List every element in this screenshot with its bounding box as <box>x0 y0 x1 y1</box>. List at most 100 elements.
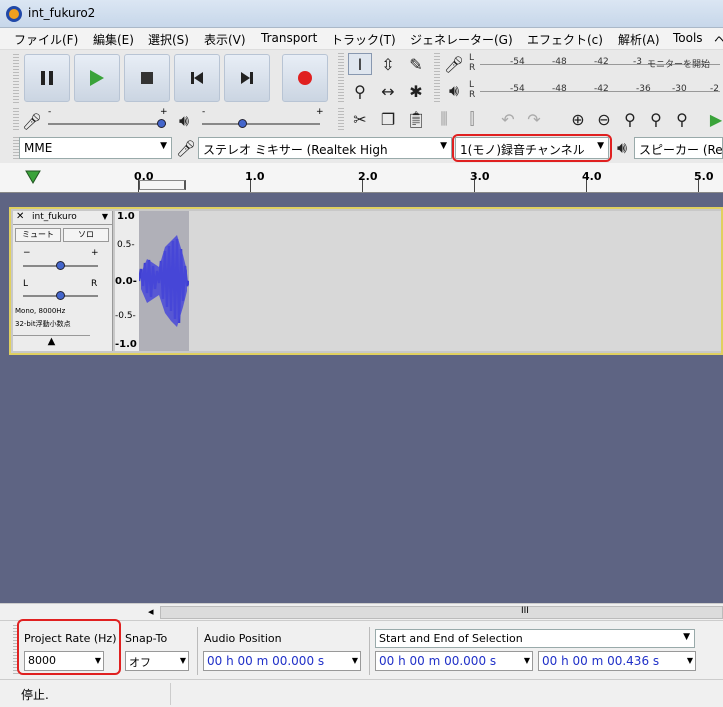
fit-project-button[interactable]: ⚲ <box>644 108 668 130</box>
menu-file[interactable]: ファイル(F) <box>14 31 78 48</box>
audio-host-value: MME <box>24 141 53 155</box>
play-button[interactable] <box>74 54 120 102</box>
speaker-icon: 🔊︎ <box>616 138 628 157</box>
record-button[interactable] <box>282 54 328 102</box>
toolbar-grip[interactable] <box>338 53 344 103</box>
menu-view[interactable]: 表示(V) <box>204 31 246 48</box>
meter-r-label: R <box>469 63 476 73</box>
waveform-empty-region[interactable] <box>189 211 721 351</box>
scroll-left-arrow[interactable]: ◂ <box>148 605 154 618</box>
track-close-button[interactable]: ✕ <box>16 211 24 222</box>
menu-tools[interactable]: Tools <box>673 31 703 45</box>
recording-device-select[interactable]: ステレオ ミキサー (Realtek High ▼ <box>198 137 452 159</box>
envelope-tool-button[interactable]: ⇳ <box>376 53 400 75</box>
skip-to-start-button[interactable] <box>174 54 220 102</box>
play-at-speed-button[interactable]: ▶ <box>704 108 723 130</box>
audio-track[interactable]: ✕ int_fukuro ▼ ミュート ソロ − + L R Mono, 800… <box>9 207 723 355</box>
scale-1: 1.0 <box>117 211 135 222</box>
toolbar-grip[interactable] <box>13 54 19 104</box>
menu-select[interactable]: 選択(S) <box>148 31 189 48</box>
toolbar-grip[interactable] <box>338 108 344 132</box>
redo-button[interactable]: ↷ <box>522 108 546 130</box>
fit-project-icon: ⚲ <box>650 109 662 129</box>
record-scale-3: -3 <box>633 57 642 67</box>
paste-button[interactable]: 📋︎ <box>404 108 428 130</box>
track-area[interactable]: ✕ int_fukuro ▼ ミュート ソロ − + L R Mono, 800… <box>0 193 723 603</box>
track-format-info: Mono, 8000Hz <box>15 307 66 315</box>
chevron-down-icon: ▼ <box>683 632 690 642</box>
undo-button[interactable]: ↶ <box>496 108 520 130</box>
toolbar-grip[interactable] <box>434 53 440 103</box>
pause-button[interactable] <box>24 54 70 102</box>
start-monitoring-label[interactable]: モニターを開始 <box>647 57 710 70</box>
gain-knob[interactable] <box>56 261 65 270</box>
toolbar-grip[interactable] <box>13 108 19 132</box>
mute-button[interactable]: ミュート <box>15 228 61 242</box>
vertical-scale[interactable]: 1.0 0.5- 0.0- -0.5- -1.0 <box>115 211 139 351</box>
waveform <box>137 235 191 327</box>
scale-neg1: -1.0 <box>115 339 137 350</box>
menu-edit[interactable]: 編集(E) <box>93 31 134 48</box>
audio-position-field[interactable]: 00 h 00 m 00.000 s ▼ <box>203 651 361 671</box>
play-scale-30: -30 <box>672 84 687 94</box>
skip-start-icon <box>191 72 203 84</box>
cut-button[interactable]: ✂ <box>348 108 372 130</box>
menu-help[interactable]: ヘ <box>714 31 723 48</box>
audio-host-select[interactable]: MME ▼ <box>19 137 172 159</box>
trim-button[interactable]: ⫼ <box>432 108 456 130</box>
solo-button[interactable]: ソロ <box>63 228 109 242</box>
chevron-down-icon[interactable]: ▼ <box>102 212 108 221</box>
selection-range-marker[interactable] <box>138 180 186 190</box>
menu-transport[interactable]: Transport <box>261 31 317 45</box>
play-meter-button[interactable]: 🔊︎ <box>442 80 466 102</box>
selection-end-field[interactable]: 00 h 00 m 00.436 s ▼ <box>538 651 696 671</box>
play-scale-48: -48 <box>552 84 567 94</box>
collapse-track-button[interactable]: ▲ <box>13 335 90 350</box>
copy-button[interactable]: ❐ <box>376 108 400 130</box>
play-scale-42: -42 <box>594 84 609 94</box>
microphone-icon: 🎤︎ <box>175 138 197 158</box>
zoom-tool-button[interactable]: ⚲ <box>348 80 372 102</box>
multi-tool-button[interactable]: ✱ <box>404 80 428 102</box>
zoom-in-button[interactable]: ⊕ <box>566 108 590 130</box>
menu-tracks[interactable]: トラック(T) <box>331 31 396 48</box>
input-volume-knob[interactable] <box>157 119 166 128</box>
timeshift-tool-button[interactable]: ↔ <box>376 80 400 102</box>
horizontal-scrollbar[interactable]: ◂ III <box>0 603 723 620</box>
playback-device-select[interactable]: スピーカー (Re <box>634 137 723 159</box>
input-volume-slider[interactable] <box>48 123 166 125</box>
pencil-icon: ✎ <box>409 54 423 74</box>
ruler-label-4: 4.0 <box>582 170 602 183</box>
zoom-toggle-button[interactable]: ⚲ <box>670 108 694 130</box>
draw-tool-button[interactable]: ✎ <box>404 53 428 75</box>
fit-selection-button[interactable]: ⚲ <box>618 108 642 130</box>
skip-to-end-button[interactable] <box>224 54 270 102</box>
microphone-icon: 🎤︎ <box>443 54 465 74</box>
silence-button[interactable]: ⫿ <box>460 108 484 130</box>
menu-generate[interactable]: ジェネレーター(G) <box>410 31 513 48</box>
chevron-down-icon: ▼ <box>523 656 530 665</box>
skip-end-icon <box>241 72 253 84</box>
selection-start-field[interactable]: 00 h 00 m 00.000 s ▼ <box>375 651 533 671</box>
selection-tool-button[interactable]: Ⅰ <box>348 53 372 75</box>
output-slider-plus: + <box>316 107 324 117</box>
gain-plus: + <box>91 248 99 258</box>
scrollbar-thumb[interactable]: III <box>160 606 723 619</box>
input-slider-minus: - <box>48 107 52 117</box>
selection-mode-select[interactable]: Start and End of Selection ▼ <box>375 629 695 648</box>
record-meter-button[interactable]: 🎤︎ <box>442 53 466 75</box>
zoom-out-button[interactable]: ⊖ <box>592 108 616 130</box>
input-volume-icon-button: 🎤︎ <box>20 110 44 132</box>
track-name-menu[interactable]: int_fukuro <box>32 212 77 222</box>
stop-icon <box>141 72 153 84</box>
output-volume-slider[interactable] <box>202 123 320 125</box>
output-volume-knob[interactable] <box>238 119 247 128</box>
stop-button[interactable] <box>124 54 170 102</box>
timeline-ruler[interactable]: 0.0 1.0 2.0 3.0 4.0 5.0 <box>0 163 723 193</box>
waveform-selected-region[interactable] <box>137 211 191 351</box>
menu-analyze[interactable]: 解析(A) <box>618 31 660 48</box>
snap-to-select[interactable]: オフ ▼ <box>125 651 189 671</box>
pan-knob[interactable] <box>56 291 65 300</box>
pin-head-icon[interactable] <box>25 170 41 184</box>
menu-effect[interactable]: エフェクト(c) <box>527 31 603 48</box>
